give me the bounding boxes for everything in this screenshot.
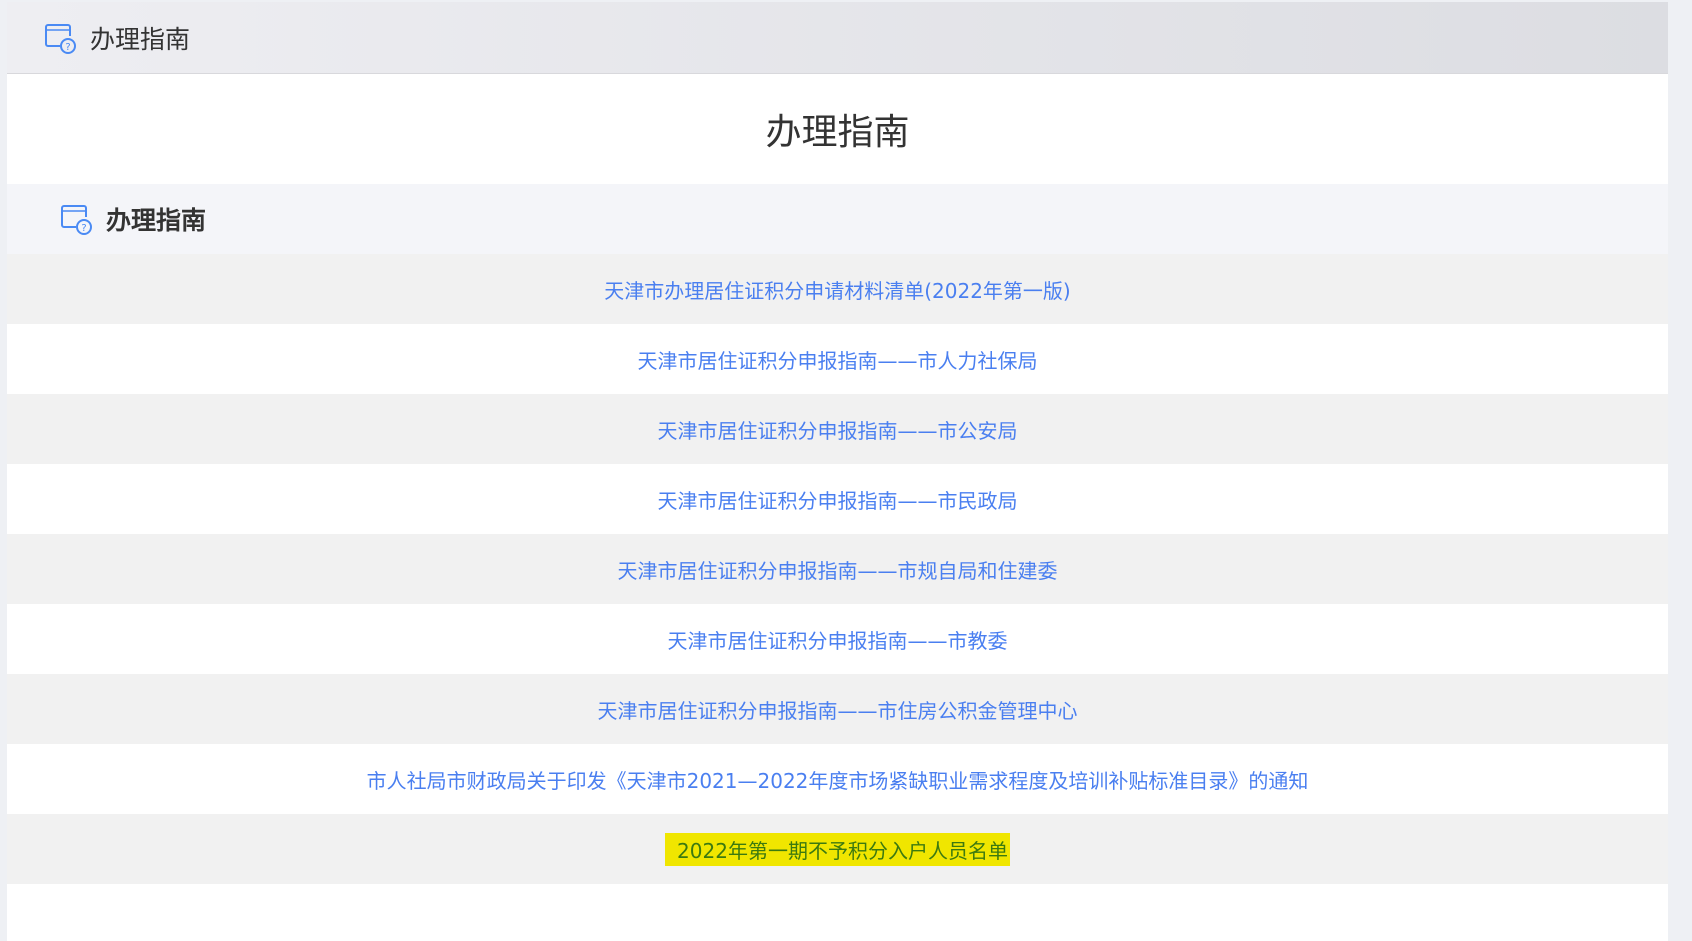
section-title: 办理指南 <box>106 206 207 235</box>
main-panel: ? 办理指南 办理指南 ? 办理指南 天津市办理居住证积分申请材料清单(2022… <box>7 2 1668 941</box>
list-item-link[interactable]: 天津市居住证积分申报指南——市人力社保局 <box>7 324 1668 394</box>
list-item-link-highlighted[interactable]: 2022年第一期不予积分入户人员名单 <box>7 814 1668 884</box>
link-text[interactable]: 天津市居住证积分申报指南——市人力社保局 <box>638 345 1038 374</box>
list-item-link[interactable]: 天津市办理居住证积分申请材料清单(2022年第一版) <box>7 254 1668 324</box>
list-item-link[interactable]: 天津市居住证积分申报指南——市公安局 <box>7 394 1668 464</box>
link-text[interactable]: 天津市居住证积分申报指南——市教委 <box>668 625 1008 654</box>
link-text[interactable]: 天津市居住证积分申报指南——市规自局和住建委 <box>618 555 1058 584</box>
link-text[interactable]: 天津市办理居住证积分申请材料清单(2022年第一版) <box>604 275 1071 304</box>
list-item-link[interactable]: 天津市居住证积分申报指南——市住房公积金管理中心 <box>7 674 1668 744</box>
link-text[interactable]: 天津市居住证积分申报指南——市住房公积金管理中心 <box>598 695 1078 724</box>
link-text[interactable]: 2022年第一期不予积分入户人员名单 <box>665 832 1010 866</box>
link-text[interactable]: 天津市居住证积分申报指南——市民政局 <box>658 485 1018 514</box>
svg-text:?: ? <box>65 42 70 53</box>
list-item-link[interactable]: 天津市居住证积分申报指南——市教委 <box>7 604 1668 674</box>
list-item-link[interactable]: 市人社局市财政局关于印发《天津市2021—2022年度市场紧缺职业需求程度及培训… <box>7 744 1668 814</box>
top-bar: ? 办理指南 <box>7 2 1668 74</box>
guide-window-help-icon: ? <box>45 23 76 54</box>
link-list: 天津市办理居住证积分申请材料清单(2022年第一版) 天津市居住证积分申报指南—… <box>7 254 1668 884</box>
list-item-link[interactable]: 天津市居住证积分申报指南——市规自局和住建委 <box>7 534 1668 604</box>
top-bar-title: 办理指南 <box>90 24 191 54</box>
link-text[interactable]: 市人社局市财政局关于印发《天津市2021—2022年度市场紧缺职业需求程度及培训… <box>367 765 1309 794</box>
link-text[interactable]: 天津市居住证积分申报指南——市公安局 <box>658 415 1018 444</box>
page-title: 办理指南 <box>765 112 910 153</box>
list-item-link[interactable]: 天津市居住证积分申报指南——市民政局 <box>7 464 1668 534</box>
section-header: ? 办理指南 <box>7 184 1668 254</box>
svg-text:?: ? <box>81 223 86 234</box>
guide-window-help-icon: ? <box>61 205 92 235</box>
